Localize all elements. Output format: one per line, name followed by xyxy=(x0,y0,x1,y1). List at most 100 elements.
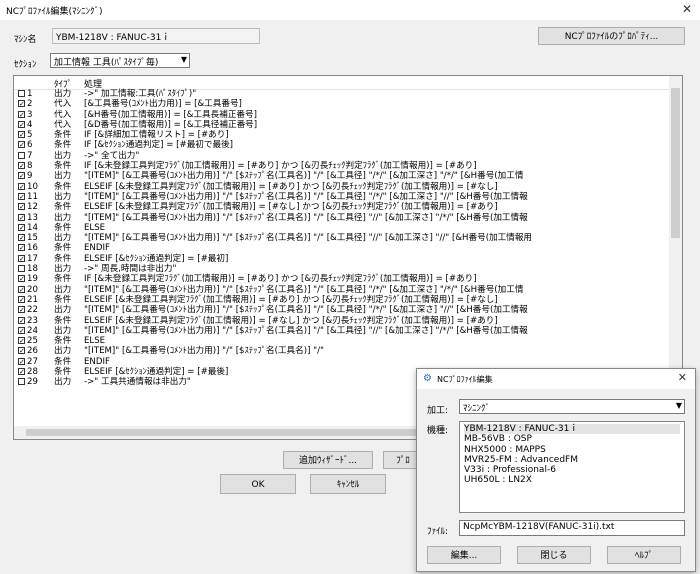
list-item[interactable]: ✓ 13 出力 "[ITEM]" [&工具番号(ｺﾒﾝﾄ出力用)] "/" [$ｽﾃ… xyxy=(14,213,670,223)
model-item[interactable]: YBM-1218V : FANUC-31ｉ xyxy=(464,424,680,435)
list-item[interactable]: ✓ 15 出力 "[ITEM]" [&工具番号(ｺﾒﾝﾄ出力用)] "/" [$ｽﾃ… xyxy=(14,233,670,243)
row-process: [&D番号(加工情報用)] = [&工具径補正番号] xyxy=(84,119,258,130)
row-checkbox[interactable]: ✓ xyxy=(18,100,25,108)
list-item[interactable]: ✓ 19 条件 IF [&未登録工具判定ﾌﾗｸﾞ(加工情報用)] = [#あり] か… xyxy=(14,274,670,284)
row-checkbox[interactable]: ✓ xyxy=(18,285,25,293)
row-checkbox[interactable]: ✓ xyxy=(18,172,25,180)
row-checkbox[interactable]: ✓ xyxy=(18,162,25,170)
help-button[interactable]: ﾍﾙﾌﾟ xyxy=(607,546,681,564)
profile-edit-dialog: ⚙ NCﾌﾟﾛﾌｧｲﾙ編集 ✕ 加工: ﾏｼﾆﾝｸﾞ ▼ 機種: YBM-121… xyxy=(416,368,696,572)
row-type: 出力 xyxy=(54,212,72,223)
list-item[interactable]: ✓ 9 出力 "[ITEM]" [&工具番号(ｺﾒﾝﾄ出力用)] "/" [$ｽﾃｯ… xyxy=(14,171,670,181)
row-checkbox[interactable]: ✓ xyxy=(18,213,25,221)
model-item[interactable]: MB-56VB : OSP xyxy=(464,434,680,444)
row-checkbox[interactable] xyxy=(18,151,25,159)
machine-name-field: YBM-1218V : FANUC-31ｉ xyxy=(52,28,260,44)
list-item[interactable]: 18 出力 ->" 周長,時間は非出力" xyxy=(14,264,670,274)
list-item[interactable]: ✓ 10 条件 ELSEIF [&未登録工具判定ﾌﾗｸﾞ(加工情報用)] = [#あ… xyxy=(14,182,670,192)
row-checkbox[interactable]: ✓ xyxy=(18,254,25,262)
section-select[interactable]: 加工情報 工具(ﾊﾟｽﾀｲﾌﾟ毎) ▼ xyxy=(50,53,190,68)
list-item[interactable]: ✓ 5 条件 IF [&詳細加工情報リスト] = [#あり] xyxy=(14,130,670,140)
edit-button[interactable]: 編集... xyxy=(427,546,501,564)
list-item[interactable]: ✓ 24 出力 "[ITEM]" [&工具番号(ｺﾒﾝﾄ出力用)] "/" [$ｽﾃ… xyxy=(14,326,670,336)
list-item[interactable]: ✓ 11 出力 "[ITEM]" [&工具番号(ｺﾒﾝﾄ出力用)] "/" [$ｽﾃ… xyxy=(14,192,670,202)
row-checkbox[interactable]: ✓ xyxy=(18,337,25,345)
row-type: 代入 xyxy=(54,99,72,110)
model-listbox[interactable]: YBM-1218V : FANUC-31ｉ MB-56VB : OSP NHX5… xyxy=(459,421,685,513)
row-number: 26 xyxy=(27,346,38,357)
row-checkbox[interactable]: ✓ xyxy=(18,295,25,303)
row-number: 10 xyxy=(27,181,38,192)
list-item[interactable]: ✓ 21 条件 ELSEIF [&未登録工具判定ﾌﾗｸﾞ(加工情報用)] = [#あ… xyxy=(14,295,670,305)
list-item[interactable]: ✓ 20 出力 "[ITEM]" [&工具番号(ｺﾒﾝﾄ出力用)] "/" [$ｽﾃ… xyxy=(14,285,670,295)
row-checkbox[interactable]: ✓ xyxy=(18,131,25,139)
row-process: IF [&未登録工具判定ﾌﾗｸﾞ(加工情報用)] = [#あり] かつ [&刃長… xyxy=(84,274,477,285)
list-item[interactable]: ✓ 6 条件 IF [&ｾｸｼｮﾝ通過判定] = [#最初で最後] xyxy=(14,140,670,150)
row-number: 21 xyxy=(27,294,38,305)
row-number: 4 xyxy=(27,119,33,130)
list-item[interactable]: ✓ 8 条件 IF [&未登録工具判定ﾌﾗｸﾞ(加工情報用)] = [#あり] かつ… xyxy=(14,161,670,171)
row-checkbox[interactable]: ✓ xyxy=(18,347,25,355)
row-checkbox[interactable]: ✓ xyxy=(18,120,25,128)
list-item[interactable]: 1 出力 ->" 加工情報:工具(ﾊﾟｽﾀｲﾌﾟ)" xyxy=(14,89,670,99)
ok-button[interactable]: OK xyxy=(220,474,296,494)
row-type: 条件 xyxy=(54,222,72,233)
vertical-scroll-thumb[interactable] xyxy=(671,88,680,238)
add-wizard-button[interactable]: 追加ｳｨｻﾞｰﾄﾞ... xyxy=(283,451,373,469)
list-item[interactable]: ✓ 4 代入 [&D番号(加工情報用)] = [&工具径補正番号] xyxy=(14,120,670,130)
row-checkbox[interactable]: ✓ xyxy=(18,110,25,118)
list-item[interactable]: 7 出力 ->" 全て出力" xyxy=(14,151,670,161)
row-number: 19 xyxy=(27,274,38,285)
model-item[interactable]: MVR25-FM : AdvancedFM xyxy=(464,455,680,465)
row-number: 28 xyxy=(27,367,38,378)
row-type: 出力 xyxy=(54,150,72,161)
list-item[interactable]: ✓ 17 条件 ELSEIF [&ｾｸｼｮﾝ通過判定] = [#最初] xyxy=(14,254,670,264)
row-type: 条件 xyxy=(54,243,72,254)
row-process: "[ITEM]" [&工具番号(ｺﾒﾝﾄ出力用)] "/" [$ｽﾃｯﾌﾟ名(工… xyxy=(84,171,524,182)
list-item[interactable]: ✓ 23 条件 ELSEIF [&未登録工具判定ﾌﾗｸﾞ(加工情報用)] = [#な… xyxy=(14,316,670,326)
row-type: 条件 xyxy=(54,356,72,367)
row-checkbox[interactable]: ✓ xyxy=(18,357,25,365)
row-checkbox[interactable]: ✓ xyxy=(18,192,25,200)
row-type: 条件 xyxy=(54,140,72,151)
close-icon[interactable]: ✕ xyxy=(682,2,692,16)
list-item[interactable]: ✓ 22 出力 "[ITEM]" [&工具番号(ｺﾒﾝﾄ出力用)] "/" [$ｽﾃ… xyxy=(14,305,670,315)
row-type: 条件 xyxy=(54,253,72,264)
model-item[interactable]: NHX5000 : MAPPS xyxy=(464,445,680,455)
machine-label: ﾏｼﾝ名 xyxy=(14,35,37,45)
row-checkbox[interactable]: ✓ xyxy=(18,244,25,252)
dialog-close-button[interactable]: 閉じる xyxy=(517,546,591,564)
row-checkbox[interactable]: ✓ xyxy=(18,182,25,190)
list-item[interactable]: ✓ 12 条件 ELSEIF [&未登録工具判定ﾌﾗｸﾞ(加工情報用)] = [#な… xyxy=(14,202,670,212)
list-item[interactable]: ✓ 27 条件 ENDIF xyxy=(14,357,670,367)
profile-property-button[interactable]: NCﾌﾟﾛﾌｧｲﾙのﾌﾟﾛﾊﾟﾃｨ... xyxy=(538,27,685,45)
list-item[interactable]: ✓ 25 条件 ELSE xyxy=(14,336,670,346)
list-item[interactable]: ✓ 3 代入 [&H番号(加工情報用)] = [&工具長補正番号] xyxy=(14,110,670,120)
list-item[interactable]: ✓ 2 代入 [&工具番号(ｺﾒﾝﾄ出力用)] = [&工具番号] xyxy=(14,99,670,109)
row-process: ENDIF xyxy=(84,243,110,254)
row-checkbox[interactable]: ✓ xyxy=(18,203,25,211)
list-item[interactable]: ✓ 26 出力 "[ITEM]" [&工具番号(ｺﾒﾝﾄ出力用)] "/" [$ｽﾃ… xyxy=(14,346,670,356)
model-item[interactable]: V33i : Professional-6 xyxy=(464,465,680,475)
row-checkbox[interactable]: ✓ xyxy=(18,368,25,376)
list-item[interactable]: ✓ 16 条件 ENDIF xyxy=(14,243,670,253)
row-checkbox[interactable]: ✓ xyxy=(18,306,25,314)
row-checkbox[interactable]: ✓ xyxy=(18,141,25,149)
dialog-close-icon[interactable]: ✕ xyxy=(678,371,687,384)
row-checkbox[interactable] xyxy=(18,378,25,386)
model-item[interactable]: UH650L : LN2X xyxy=(464,475,680,485)
list-item[interactable]: ✓ 14 条件 ELSE xyxy=(14,223,670,233)
row-checkbox[interactable]: ✓ xyxy=(18,326,25,334)
machining-select[interactable]: ﾏｼﾆﾝｸﾞ ▼ xyxy=(459,399,685,414)
cancel-button[interactable]: ｷｬﾝｾﾙ xyxy=(310,474,386,494)
row-checkbox[interactable]: ✓ xyxy=(18,275,25,283)
row-process: ->" 周長,時間は非出力" xyxy=(84,264,177,275)
row-checkbox[interactable]: ✓ xyxy=(18,316,25,324)
title-bar: NCﾌﾟﾛﾌｧｲﾙ編集(ﾏｼﾆﾝｸﾞ) ✕ xyxy=(0,0,700,20)
row-checkbox[interactable] xyxy=(18,90,25,97)
row-number: 24 xyxy=(27,325,38,336)
file-field[interactable]: NcpMcYBM-1218V(FANUC-31i).txt xyxy=(459,520,685,536)
row-checkbox[interactable]: ✓ xyxy=(18,234,25,242)
row-checkbox[interactable] xyxy=(18,265,25,273)
row-checkbox[interactable]: ✓ xyxy=(18,223,25,231)
